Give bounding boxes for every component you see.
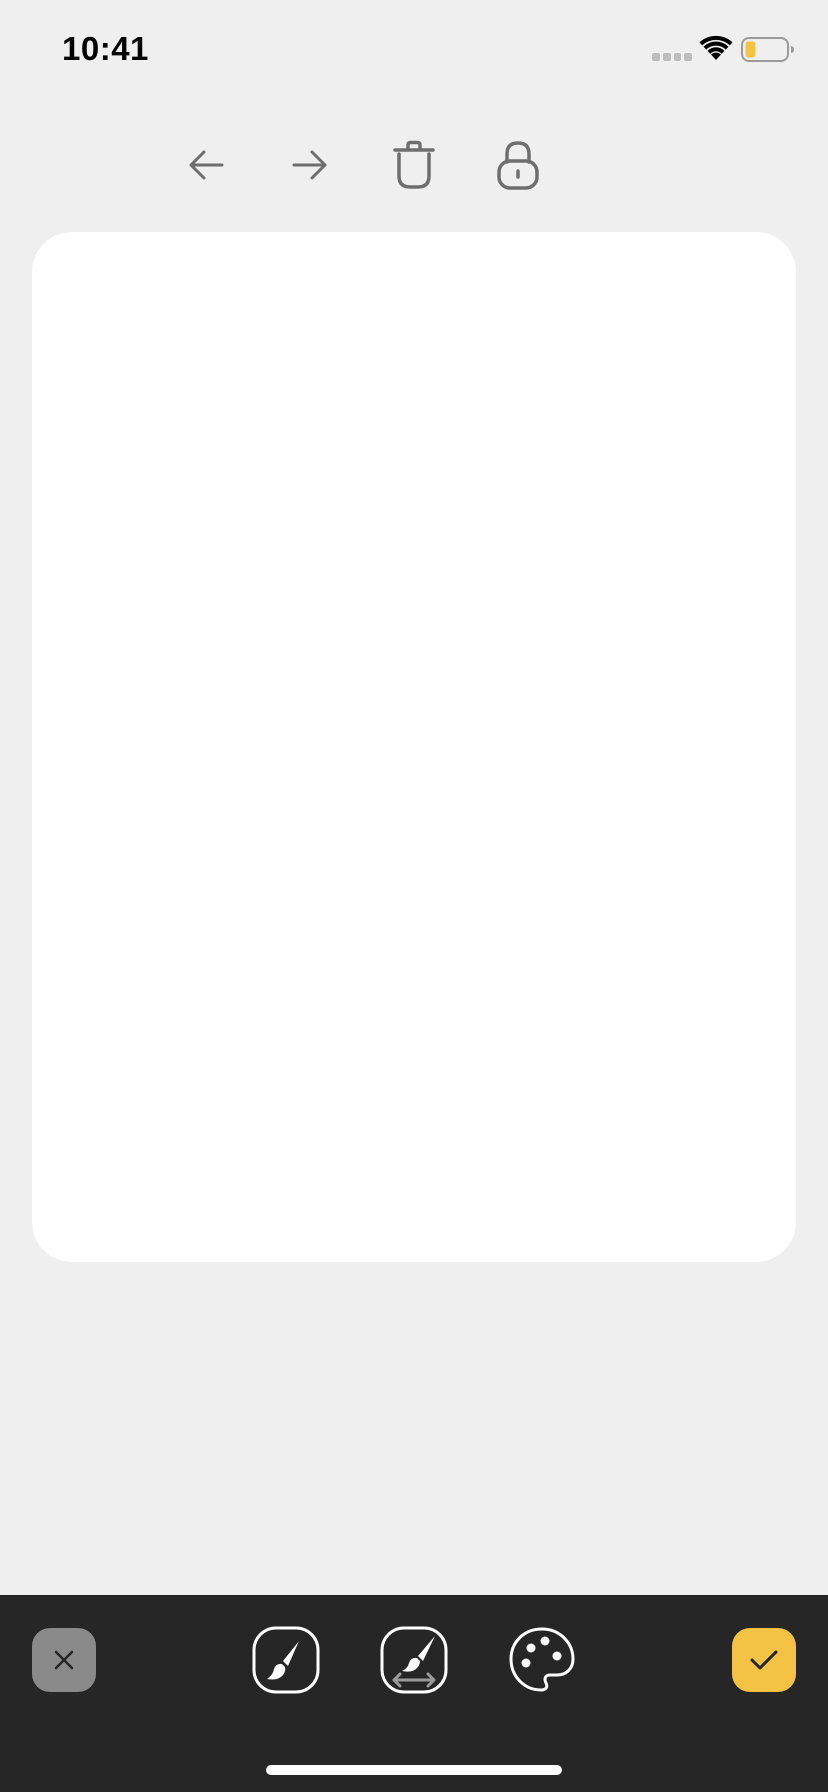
status-time: 10:41 (62, 30, 149, 67)
checkmark-icon (750, 1650, 778, 1670)
editing-toolbar (0, 130, 828, 200)
brush-icon (252, 1626, 320, 1694)
redo-button[interactable] (275, 130, 345, 200)
drawing-canvas[interactable] (32, 232, 796, 1262)
cellular-signal-icon (652, 53, 692, 62)
battery-icon (741, 37, 795, 62)
wifi-icon (699, 34, 733, 62)
trash-icon (393, 140, 435, 189)
confirm-button[interactable] (732, 1628, 796, 1692)
delete-button[interactable] (379, 130, 449, 200)
brush-size-icon (380, 1626, 448, 1694)
brush-size-button[interactable] (380, 1626, 448, 1694)
close-icon (54, 1650, 74, 1670)
cancel-button[interactable] (32, 1628, 96, 1692)
color-palette-button[interactable] (508, 1626, 576, 1694)
brush-tool-button[interactable] (252, 1626, 320, 1694)
lock-button[interactable] (483, 130, 553, 200)
forward-arrow-icon (292, 150, 327, 180)
home-indicator[interactable] (266, 1765, 562, 1775)
palette-icon (509, 1627, 575, 1692)
bottom-tool-bar (0, 1595, 828, 1792)
back-arrow-icon (189, 150, 224, 180)
status-bar: 10:41 (0, 0, 828, 100)
undo-button[interactable] (171, 130, 241, 200)
lock-icon (497, 141, 539, 190)
